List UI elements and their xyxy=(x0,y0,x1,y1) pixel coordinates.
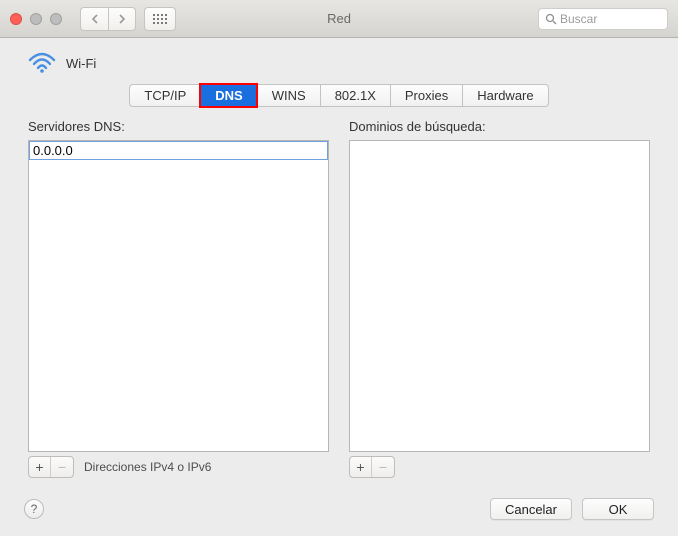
dns-servers-list[interactable] xyxy=(28,140,329,452)
add-search-domain-button[interactable]: + xyxy=(350,457,372,477)
nav-forward-button[interactable] xyxy=(108,7,136,31)
remove-dns-server-button[interactable]: − xyxy=(51,457,73,477)
search-domains-controls: + − xyxy=(349,456,650,478)
close-window-button[interactable] xyxy=(10,13,22,25)
chevron-left-icon xyxy=(91,14,99,24)
dns-panel: Servidores DNS: + − Direcciones IPv4 o I… xyxy=(28,119,650,488)
tab-hardware[interactable]: Hardware xyxy=(462,84,548,107)
nav-back-button[interactable] xyxy=(80,7,108,31)
grid-icon xyxy=(153,14,167,24)
chevron-right-icon xyxy=(118,14,126,24)
tab-8021x[interactable]: 802.1X xyxy=(320,84,390,107)
show-all-button[interactable] xyxy=(144,7,176,31)
wifi-icon xyxy=(28,52,56,74)
plus-minus-group-domains: + − xyxy=(349,456,395,478)
tab-proxies[interactable]: Proxies xyxy=(390,84,462,107)
search-icon xyxy=(545,13,557,25)
dns-servers-controls: + − Direcciones IPv4 o IPv6 xyxy=(28,456,329,478)
ok-button[interactable]: OK xyxy=(582,498,654,520)
dns-server-input[interactable] xyxy=(30,142,327,159)
tab-wins[interactable]: WINS xyxy=(257,84,320,107)
tab-dns[interactable]: DNS xyxy=(200,84,256,107)
add-dns-server-button[interactable]: + xyxy=(29,457,51,477)
interface-header: Wi-Fi xyxy=(0,38,678,82)
content-pane: Wi-Fi TCP/IP DNS WINS 802.1X Proxies Har… xyxy=(0,38,678,536)
search-input[interactable] xyxy=(560,12,661,26)
minus-icon: − xyxy=(379,460,387,474)
maximize-window-button[interactable] xyxy=(50,13,62,25)
plus-icon: + xyxy=(356,460,364,474)
tab-group: TCP/IP DNS WINS 802.1X Proxies Hardware xyxy=(129,84,548,107)
footer: ? Cancelar OK xyxy=(0,488,678,536)
minus-icon: − xyxy=(58,460,66,474)
help-button[interactable]: ? xyxy=(24,499,44,519)
search-field-wrap[interactable] xyxy=(538,8,668,30)
tab-strip: TCP/IP DNS WINS 802.1X Proxies Hardware xyxy=(0,84,678,107)
dns-server-row[interactable] xyxy=(29,141,328,160)
search-domains-list[interactable] xyxy=(349,140,650,452)
dns-servers-column: Servidores DNS: + − Direcciones IPv4 o I… xyxy=(28,119,329,478)
window-title: Red xyxy=(327,11,351,26)
dns-servers-label: Servidores DNS: xyxy=(28,119,329,134)
nav-buttons xyxy=(80,7,136,31)
remove-search-domain-button[interactable]: − xyxy=(372,457,394,477)
search-domains-column: Dominios de búsqueda: + − xyxy=(349,119,650,478)
titlebar: Red xyxy=(0,0,678,38)
dns-hint: Direcciones IPv4 o IPv6 xyxy=(84,460,211,474)
window-controls xyxy=(10,13,62,25)
cancel-button[interactable]: Cancelar xyxy=(490,498,572,520)
minimize-window-button[interactable] xyxy=(30,13,42,25)
plus-icon: + xyxy=(35,460,43,474)
tab-tcpip[interactable]: TCP/IP xyxy=(129,84,200,107)
plus-minus-group: + − xyxy=(28,456,74,478)
interface-name: Wi-Fi xyxy=(66,56,96,71)
search-domains-label: Dominios de búsqueda: xyxy=(349,119,650,134)
